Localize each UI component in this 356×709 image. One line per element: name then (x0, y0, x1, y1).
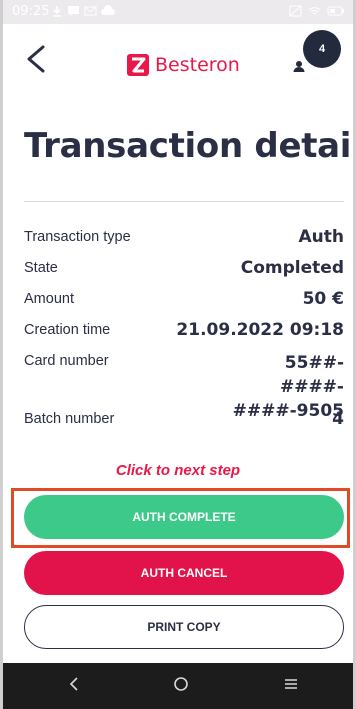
page-title: Transaction detail (24, 126, 353, 166)
signal-off-icon (289, 5, 302, 20)
system-nav-bar (3, 663, 353, 709)
cloud-icon (101, 5, 115, 20)
detail-label: Batch number (24, 411, 115, 427)
detail-value: 4 (332, 409, 344, 429)
auth-cancel-button[interactable]: AUTH CANCEL (24, 551, 344, 595)
detail-value: 50 € (302, 289, 344, 309)
next-step-hint: Click to next step (115, 462, 241, 479)
nav-back-icon (68, 676, 80, 697)
nav-home-button[interactable] (166, 673, 196, 699)
detail-label: Creation time (24, 322, 111, 338)
nav-recents-button[interactable] (276, 673, 306, 699)
detail-value: Completed (240, 258, 344, 278)
download-icon (51, 5, 63, 20)
status-notification-icons (51, 5, 115, 20)
status-system-icons (289, 5, 345, 20)
nav-recents-icon (283, 677, 299, 696)
auth-complete-button[interactable]: AUTH COMPLETE (24, 495, 344, 539)
detail-label: Transaction type (24, 229, 131, 245)
back-button[interactable] (23, 42, 49, 76)
detail-label: State (24, 260, 58, 276)
nav-back-button[interactable] (59, 673, 89, 699)
avatar-count: 4 (318, 43, 326, 55)
besteron-logo-icon (127, 54, 149, 76)
detail-value: Auth (298, 227, 345, 247)
avatar-button[interactable]: 4 (303, 30, 341, 68)
detail-value: 55##-####-####-9505 (232, 353, 344, 421)
wifi-icon (308, 5, 321, 20)
mail-icon (84, 5, 97, 20)
status-bar: 09:25 (3, 0, 353, 24)
nav-home-icon (173, 676, 189, 697)
message-icon (67, 5, 80, 20)
user-icon (290, 57, 308, 80)
brand-logo: Besteron (127, 54, 240, 76)
detail-label: Amount (24, 291, 74, 307)
detail-value: 21.09.2022 09:18 (176, 320, 344, 340)
battery-icon (327, 5, 345, 20)
print-copy-button[interactable]: PRINT COPY (24, 605, 344, 649)
chevron-left-icon (23, 45, 49, 80)
status-time: 09:25 (12, 4, 50, 19)
app-frame: 09:25 Besteron 4 Transaction detail Tran… (3, 0, 353, 709)
detail-label: Card number (24, 353, 109, 369)
brand-name: Besteron (155, 54, 240, 76)
divider (24, 201, 344, 202)
